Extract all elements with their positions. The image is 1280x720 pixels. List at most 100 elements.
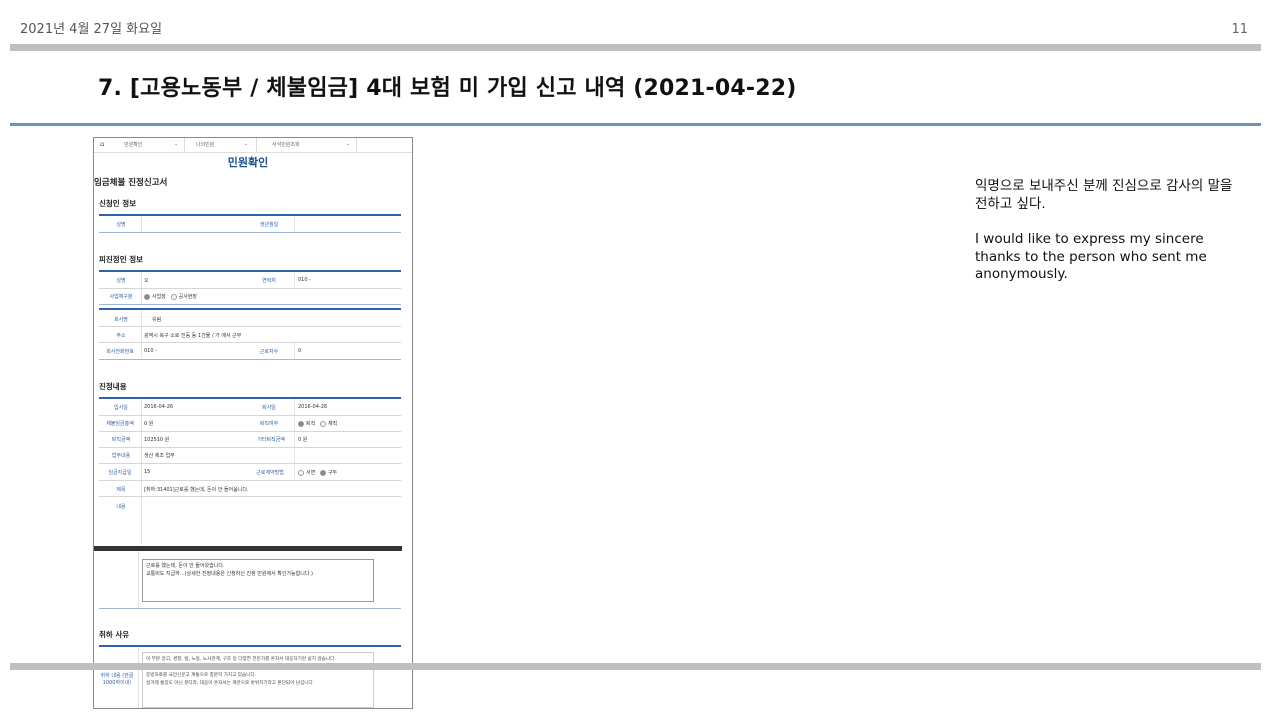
field-label: 제목 [116,487,126,493]
field-value: 102510 원 [144,437,170,443]
field-label: 근로자수 [259,349,279,355]
withdraw-content-box: 이 부분 알고, 경찰, 법, 노동, 노사관계, 구조 등 다양한 전문가를 … [142,652,374,708]
field-label: 성명 [116,278,126,284]
chevron-down-icon: ⌄ [346,141,351,147]
field-value: 0 원 [144,421,154,427]
field-label: 주소 [116,333,126,339]
nav-item: 민원확인 [124,142,143,148]
field-label: 업무내용 [111,453,131,459]
radio-icon [298,469,304,476]
home-icon: ⌂ [100,140,105,148]
section-withdraw: 취하 사유 [99,630,130,639]
field-label: 퇴사일 [262,405,276,411]
radio-icon [144,293,150,300]
bottom-divider [10,663,1261,670]
content-line: 근로를 했는데, 돈이 안 들어왔습니다. [146,563,225,569]
section-line [99,645,401,647]
field-value: 010 - [144,348,157,354]
complaint-screenshot: ⌂ 민원확인 ⌄ 나의민원 ⌄ 서식민원조회 ⌄ 민원확인 임금체불 진정신고서… [93,137,413,709]
field-value: 생산 제조 업무 [144,453,175,459]
section-line [99,359,401,360]
section-line [99,214,401,216]
note-english: I would like to express my sincere thank… [975,231,1207,282]
chevron-down-icon: ⌄ [174,141,179,147]
screenshot-page-title: 민원확인 [227,156,269,169]
cell-divider [138,551,139,609]
field-label: 내용 [116,504,126,510]
cell-divider [141,216,142,232]
thanks-note: 익명으로 보내주신 분께 진심으로 감사의 말을 전하고 싶다. I would… [975,178,1245,302]
row-line [99,480,401,481]
slide-title: 7. [고용노동부 / 체불임금] 4대 보험 미 가입 신고 내역 (2021… [98,76,797,101]
nav-divider [356,138,357,152]
field-label: 임금지급일 [108,470,132,476]
cell-divider [141,272,142,288]
section-respondent: 피진정인 정보 [99,255,144,264]
section-line [99,308,401,310]
section-line [99,608,401,609]
field-label: 회사명 [114,317,128,323]
cell-divider [294,216,295,232]
cell-divider [294,343,295,359]
radio-label: 사업장 [152,294,166,300]
cell-divider [294,272,295,288]
page-number: 11 [1231,22,1248,37]
withdraw-line: 실거래 통장도 아닌 분디라, 대응이 혼자서는 계란으로 바위치기라고 판단되… [146,681,315,686]
field-label: 회사전화번호 [106,349,134,355]
radio-label: 서면 [306,470,316,476]
field-value: 2016-04-26 [144,404,174,410]
field-value: 2016-04-28 [298,404,328,410]
field-value: 0 원 [298,437,308,443]
radio-label: 퇴직 [306,421,316,427]
field-label: 취하 내용 (한글1000자이내) [100,673,134,686]
radio-icon [319,469,326,476]
cell-divider [294,399,295,479]
section-applicant: 신청인 정보 [99,199,137,208]
field-label: 생년월일 [259,222,279,228]
field-value: [취하:31401]근로를 했는데, 돈이 안 들어옵니다. [144,487,249,493]
screenshot-nav: ⌂ 민원확인 ⌄ 나의민원 ⌄ 서식민원조회 ⌄ [94,138,412,153]
cell-divider [141,289,142,305]
nav-divider [184,138,185,152]
row-line [99,447,401,448]
radio-icon [170,293,177,300]
field-label: 체불임금총액 [106,421,134,427]
radio-option: 사업장 공사현장 [144,293,197,300]
radio-icon [319,420,326,427]
row-line [99,496,401,497]
radio-label: 공사현장 [178,294,197,300]
field-label: 근로계약방법 [256,470,284,476]
field-label: 사업체구분 [109,294,133,300]
row-line [99,326,401,327]
field-label: 연락처 [262,278,276,284]
section-details: 진정내용 [99,382,127,391]
field-label: 기타퇴직금액 [257,437,285,443]
content-box: 근로를 했는데, 돈이 안 들어왔습니다. 교통비도 지급하...(상세한 진정… [142,559,374,602]
content-divider [94,546,402,551]
field-value: 유림 [152,317,162,323]
field-value: 광역시 북구 소로 진등 동 1건물 / 가 에서 근무 [144,333,242,339]
cell-divider [138,647,139,708]
chevron-down-icon: ⌄ [244,141,249,147]
field-value: 010 - [298,277,311,283]
field-label: 입사일 [114,405,128,411]
field-value: 15 [144,469,151,475]
section-line [99,397,401,399]
form-title: 임금체불 진정신고서 [94,178,168,188]
section-line [99,232,401,233]
field-label: 퇴직여부 [259,421,279,427]
nav-item: 서식민원조회 [272,142,300,148]
radio-label: 구두 [327,470,338,476]
field-value: 오 [144,278,149,284]
row-line [99,288,401,289]
section-line [99,270,401,272]
radio-icon [298,420,304,427]
radio-option: 서면 구두 [298,469,337,476]
field-label: 성명 [116,222,126,228]
section-line [99,304,401,305]
radio-label: 재직 [327,421,338,427]
header-date: 2021년 4월 27일 화요일 [20,22,163,37]
row-line [99,415,401,416]
content-line: 교통비도 지급하...(상세한 진정내용은 신청하신 진정 민원에서 확인가능합… [146,571,313,577]
title-underline [10,123,1261,126]
